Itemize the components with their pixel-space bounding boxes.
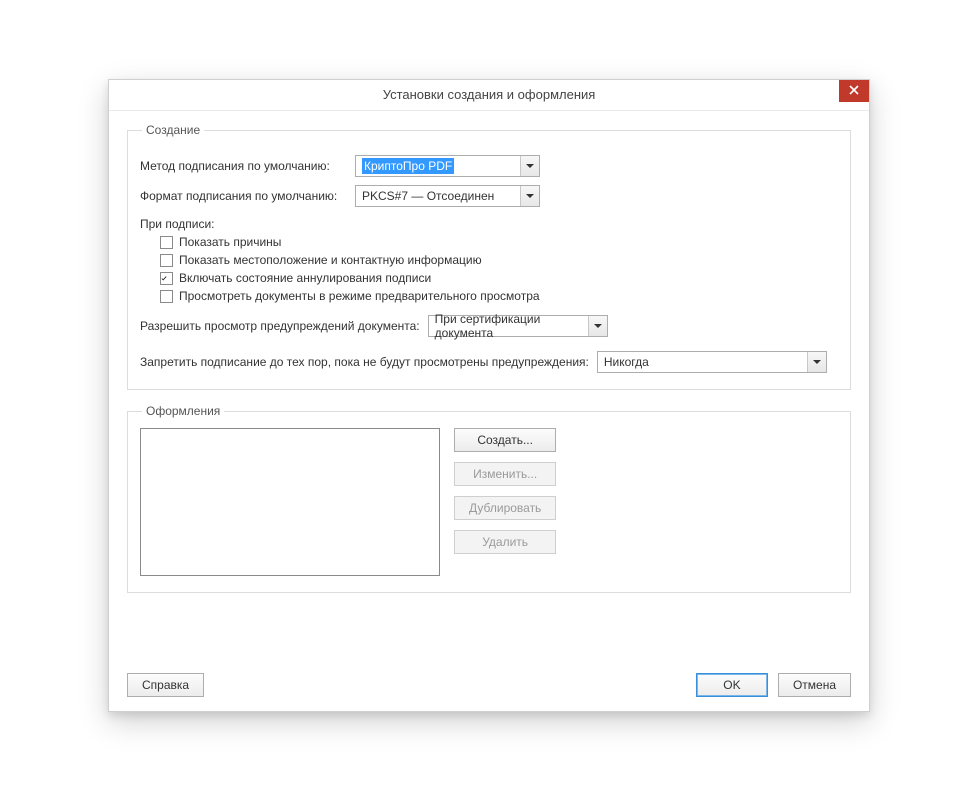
checkbox-preview-documents[interactable] [160, 290, 173, 303]
prevent-until-label: Запретить подписание до тех пор, пока не… [140, 355, 589, 369]
delete-button[interactable]: Удалить [454, 530, 556, 554]
chevron-down-icon [520, 186, 539, 206]
chevron-down-icon [807, 352, 826, 372]
cancel-button[interactable]: Отмена [778, 673, 851, 697]
checkbox-show-location[interactable] [160, 254, 173, 267]
format-select[interactable]: PKCS#7 — Отсоединен [355, 185, 540, 207]
checkbox-preview-documents-label: Просмотреть документы в режиме предварит… [179, 289, 540, 303]
ok-button[interactable]: OK [696, 673, 768, 697]
appearances-listbox[interactable] [140, 428, 440, 576]
create-button[interactable]: Создать... [454, 428, 556, 452]
dialog-footer: Справка OK Отмена [127, 673, 851, 697]
method-select-value: КриптоПро PDF [362, 158, 454, 174]
titlebar: Установки создания и оформления [109, 80, 869, 111]
prevent-until-select[interactable]: Никогда [597, 351, 827, 373]
check-icon [161, 273, 167, 284]
chevron-down-icon [588, 316, 607, 336]
group-creation: Создание Метод подписания по умолчанию: … [127, 123, 851, 390]
close-icon [849, 76, 859, 106]
allow-warnings-label: Разрешить просмотр предупреждений докуме… [140, 319, 420, 333]
prevent-until-value: Никогда [604, 355, 649, 369]
format-select-value: PKCS#7 — Отсоединен [362, 189, 494, 203]
method-select[interactable]: КриптоПро PDF [355, 155, 540, 177]
allow-warnings-select[interactable]: При сертификации документа [428, 315, 608, 337]
checkbox-show-reasons-label: Показать причины [179, 235, 281, 249]
help-button[interactable]: Справка [127, 673, 204, 697]
chevron-down-icon [520, 156, 539, 176]
window-title: Установки создания и оформления [383, 87, 596, 102]
group-appearances-legend: Оформления [142, 404, 224, 418]
format-label: Формат подписания по умолчанию: [140, 189, 355, 203]
allow-warnings-value: При сертификации документа [435, 312, 587, 340]
when-signing-label: При подписи: [140, 217, 838, 231]
close-button[interactable] [839, 80, 869, 102]
group-creation-legend: Создание [142, 123, 204, 137]
checkbox-show-reasons[interactable] [160, 236, 173, 249]
checkbox-include-revocation[interactable] [160, 272, 173, 285]
checkbox-include-revocation-label: Включать состояние аннулирования подписи [179, 271, 431, 285]
duplicate-button[interactable]: Дублировать [454, 496, 556, 520]
edit-button[interactable]: Изменить... [454, 462, 556, 486]
dialog-content: Создание Метод подписания по умолчанию: … [109, 111, 869, 621]
group-appearances: Оформления Создать... Изменить... Дублир… [127, 404, 851, 593]
dialog-window: Установки создания и оформления Создание… [108, 79, 870, 712]
checkbox-show-location-label: Показать местоположение и контактную инф… [179, 253, 482, 267]
method-label: Метод подписания по умолчанию: [140, 159, 355, 173]
